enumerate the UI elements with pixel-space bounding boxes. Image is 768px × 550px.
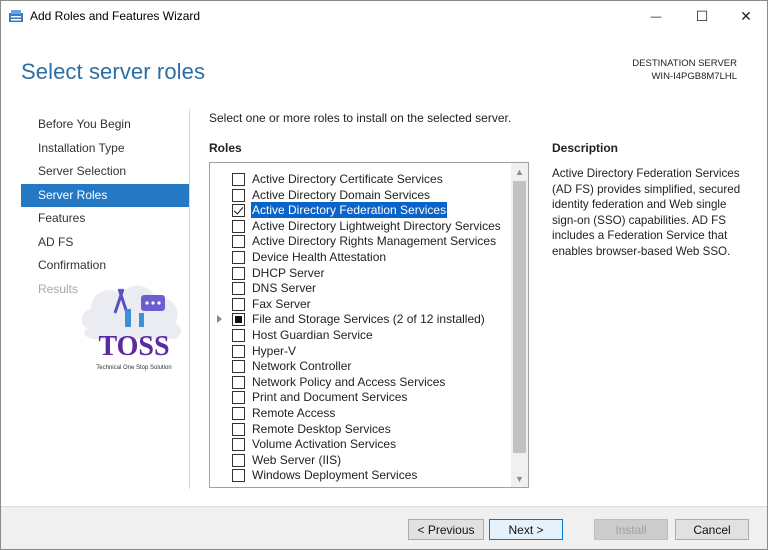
role-label[interactable]: Network Controller [251,358,352,374]
role-row[interactable]: Active Directory Lightweight Directory S… [210,219,510,235]
role-checkbox[interactable] [232,329,245,342]
role-row[interactable]: Web Server (IIS) [210,453,510,469]
install-button: Install [594,519,668,540]
toss-watermark-logo: TOSS Technical One Stop Solution [81,285,181,371]
instruction-text: Select one or more roles to install on t… [209,111,512,125]
role-row[interactable]: Fax Server [210,297,510,313]
close-icon: ✕ [740,8,752,24]
role-checkbox[interactable] [232,407,245,420]
role-label[interactable]: DHCP Server [251,265,325,281]
role-checkbox[interactable] [232,235,245,249]
role-row[interactable]: Print and Document Services [210,390,510,406]
minimize-icon: — [650,10,662,23]
role-label[interactable]: Network Policy and Access Services [251,374,446,390]
role-row[interactable]: Network Policy and Access Services [210,375,510,391]
role-row[interactable]: Host Guardian Service [210,328,510,344]
role-checkbox[interactable] [232,173,245,186]
role-row[interactable]: Volume Activation Services [210,437,510,453]
role-checkbox[interactable] [232,297,245,311]
server-manager-icon [9,10,23,22]
role-label[interactable]: Active Directory Rights Management Servi… [251,233,497,249]
logo-tagline: Technical One Stop Solution [96,365,171,371]
description-heading: Description [552,141,619,155]
role-label[interactable]: Active Directory Lightweight Directory S… [251,218,502,234]
role-row[interactable]: File and Storage Services (2 of 12 insta… [210,312,510,328]
maximize-button[interactable]: ☐ [679,1,725,32]
role-checkbox[interactable] [232,391,245,405]
nav-item-server-roles[interactable]: Server Roles [21,183,189,207]
role-label[interactable]: Remote Access [251,405,336,421]
role-label[interactable]: Web Server (IIS) [251,452,342,468]
wizard-window: Add Roles and Features Wizard — ☐ ✕ Sele… [0,0,768,550]
role-checkbox[interactable] [232,438,245,452]
role-row[interactable]: DHCP Server [210,266,510,282]
role-row[interactable]: Windows Deployment Services [210,468,510,484]
nav-item-ad-fs[interactable]: AD FS [21,231,189,255]
cancel-button[interactable]: Cancel [675,519,749,540]
description-text: Active Directory Federation Services (AD… [552,167,741,258]
role-label[interactable]: Windows Deployment Services [251,467,418,483]
destination-server-label: DESTINATION SERVER [632,58,737,69]
nav-item-before-you-begin[interactable]: Before You Begin [21,113,189,137]
role-label[interactable]: Host Guardian Service [251,327,374,343]
destination-server-name: WIN-I4PGB8M7LHL [651,71,737,82]
role-row[interactable]: Active Directory Rights Management Servi… [210,234,510,250]
role-checkbox[interactable] [232,313,245,327]
title-bar: Add Roles and Features Wizard — ☐ ✕ [1,1,767,32]
scroll-down-icon[interactable]: ▼ [511,470,528,487]
role-row[interactable]: DNS Server [210,281,510,297]
role-label[interactable]: File and Storage Services (2 of 12 insta… [251,311,486,327]
close-button[interactable]: ✕ [723,1,768,32]
role-label[interactable]: Active Directory Federation Services [249,201,449,220]
role-checkbox[interactable] [232,375,245,389]
page-title: Select server roles [21,59,206,84]
role-label[interactable]: Active Directory Certificate Services [251,171,444,187]
expand-arrow-icon[interactable] [217,315,222,324]
nav-divider [189,109,190,489]
role-row[interactable]: Network Controller [210,359,510,375]
window-title: Add Roles and Features Wizard [30,9,201,23]
role-checkbox[interactable] [232,360,245,374]
roles-scrollbar[interactable]: ▲ ▼ [511,163,528,487]
logo-text: TOSS [98,331,169,362]
role-checkbox[interactable] [232,282,245,296]
maximize-icon: ☐ [695,8,709,24]
role-row[interactable]: Hyper-V [210,344,510,360]
role-checkbox[interactable] [232,219,245,233]
role-checkbox[interactable] [232,204,245,218]
role-label[interactable]: Device Health Attestation [251,249,387,265]
role-row[interactable]: Remote Access [210,406,510,422]
role-label[interactable]: DNS Server [251,280,317,296]
role-checkbox[interactable] [232,266,245,280]
role-checkbox[interactable] [232,251,245,264]
role-row[interactable]: Active Directory Certificate Services [210,172,510,188]
scroll-up-icon[interactable]: ▲ [511,163,528,180]
role-row[interactable]: Device Health Attestation [210,250,510,266]
role-label[interactable]: Print and Document Services [251,389,408,405]
role-label[interactable]: Remote Desktop Services [251,421,392,437]
nav-item-installation-type[interactable]: Installation Type [21,137,189,161]
role-label[interactable]: Active Directory Domain Services [251,187,431,203]
nav-item-features[interactable]: Features [21,207,189,231]
role-checkbox[interactable] [232,469,245,483]
previous-button[interactable]: < Previous [408,519,484,540]
roles-heading: Roles [209,141,242,155]
role-label[interactable]: Hyper-V [251,343,297,359]
role-row[interactable]: Remote Desktop Services [210,422,510,438]
next-button[interactable]: Next > [489,519,563,540]
role-checkbox[interactable] [232,188,245,202]
role-checkbox[interactable] [232,422,245,436]
roles-list[interactable]: ▲ ▼ Active Directory Certificate Service… [209,162,529,488]
role-row[interactable]: Active Directory Federation Services [210,201,510,220]
button-bar: < Previous Next > Install Cancel [1,506,767,549]
role-checkbox[interactable] [232,344,245,358]
role-label[interactable]: Volume Activation Services [251,436,397,452]
role-label[interactable]: Fax Server [251,296,312,312]
scroll-thumb[interactable] [513,181,526,453]
role-checkbox[interactable] [232,453,245,467]
minimize-button[interactable]: — [633,1,679,32]
role-row[interactable]: Active Directory Domain Services [210,188,510,204]
nav-item-server-selection[interactable]: Server Selection [21,160,189,184]
